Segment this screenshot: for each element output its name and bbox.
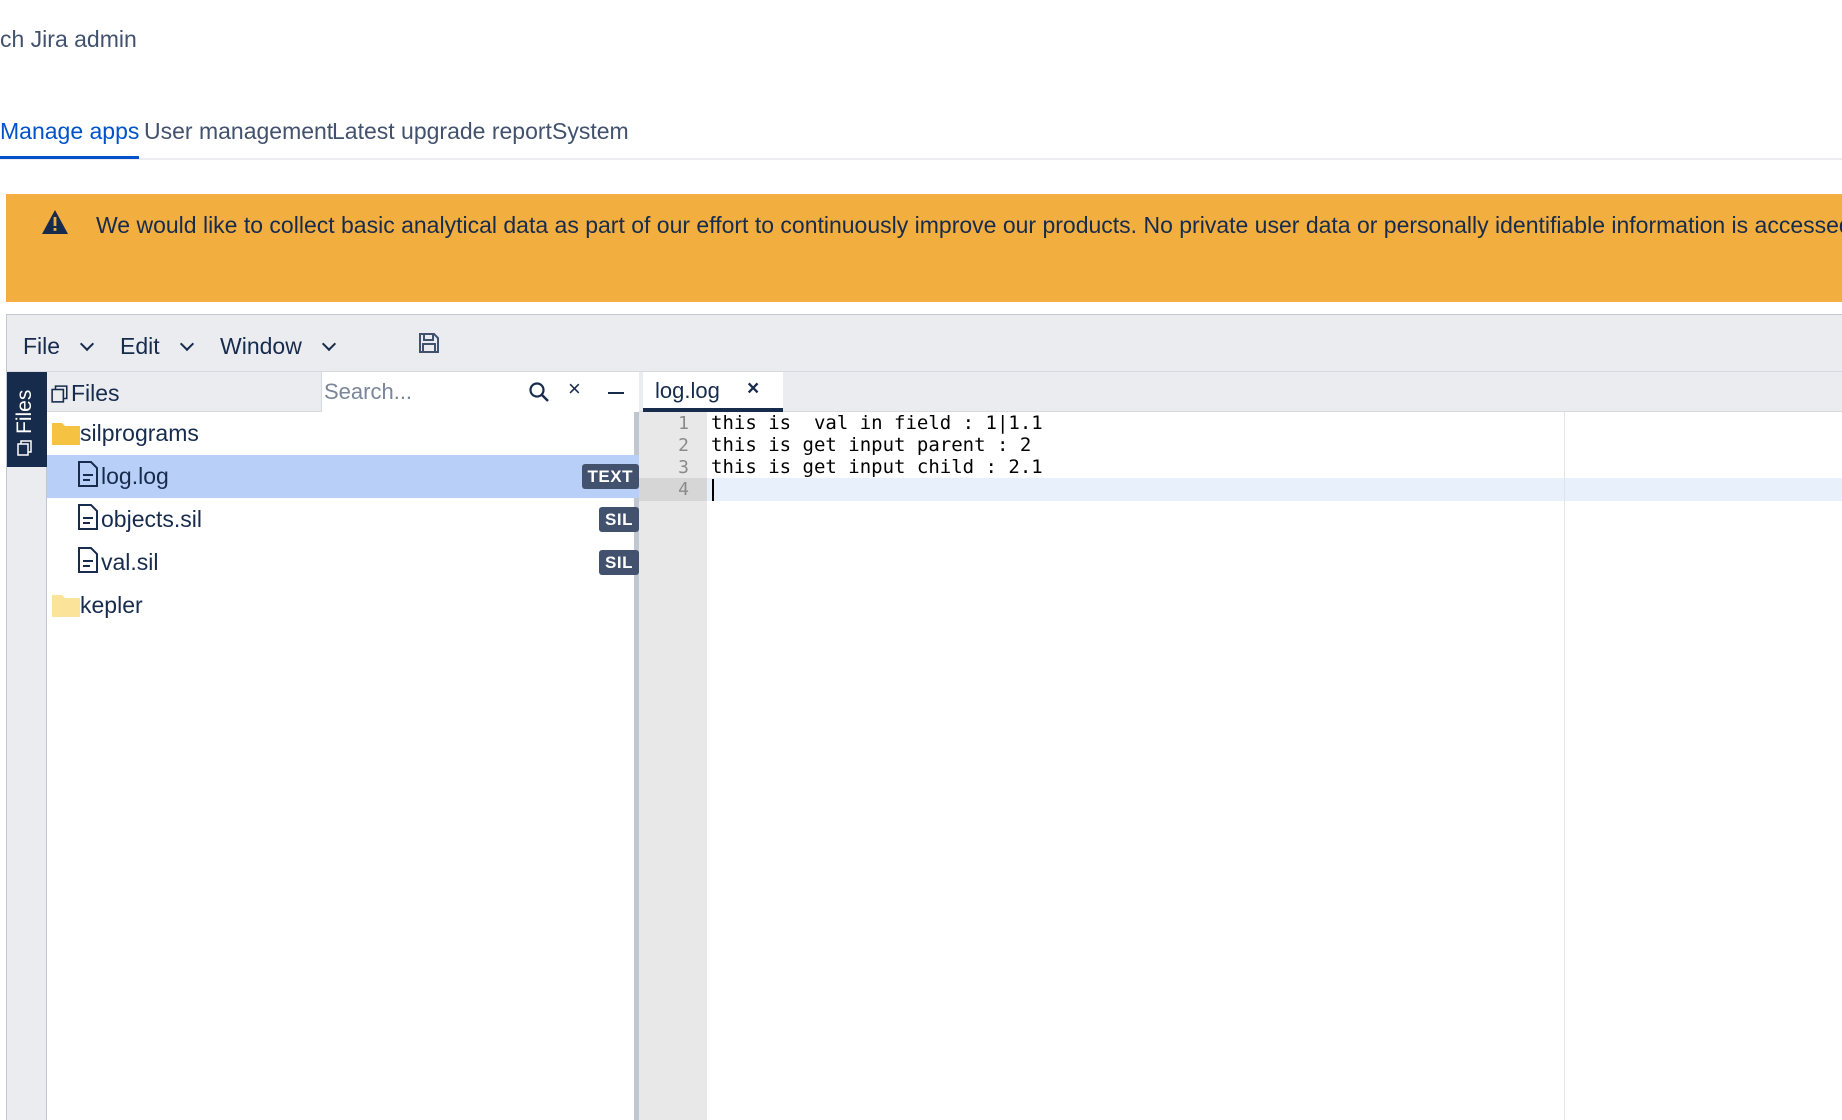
print-margin xyxy=(1564,412,1565,1120)
tree-item-label: kepler xyxy=(80,592,143,618)
sil-ide: File Edit Window Files Files Search... ×… xyxy=(6,314,1842,1120)
warning-icon xyxy=(42,210,68,234)
page-title: ch Jira admin xyxy=(0,26,137,52)
file-icon xyxy=(78,547,98,573)
files-icon xyxy=(51,384,68,403)
file-icon xyxy=(78,504,98,530)
line-number: 1 xyxy=(678,413,689,434)
banner-message: We would like to collect basic analytica… xyxy=(96,212,1842,238)
menu-window-label: Window xyxy=(220,333,302,359)
chevron-down-icon xyxy=(79,336,95,352)
files-rail-tab[interactable]: Files xyxy=(7,372,47,467)
menu-window[interactable]: Window xyxy=(220,333,336,360)
code-line: this is val in field : 1|1.1 xyxy=(711,412,1043,434)
files-rail-label: Files xyxy=(13,390,37,456)
file-icon xyxy=(78,461,98,487)
line-number-gutter: 1 2 3 4 xyxy=(639,412,707,1120)
admin-tabs: Manage apps User management Latest upgra… xyxy=(0,96,1842,160)
line-number: 4 xyxy=(678,479,689,500)
line-number: 3 xyxy=(678,457,689,478)
tree-folder-kepler[interactable]: kepler xyxy=(47,584,639,627)
analytics-banner: We would like to collect basic analytica… xyxy=(6,194,1842,302)
menu-edit[interactable]: Edit xyxy=(120,333,194,360)
code-editor: log.log × 1 2 3 4 this is val in field :… xyxy=(639,372,1842,1120)
collapse-panel-icon[interactable] xyxy=(608,392,624,394)
tree-item-label: objects.sil xyxy=(101,506,202,532)
editor-tab-log-log[interactable]: log.log × xyxy=(643,372,783,412)
code-text-area[interactable]: this is val in field : 1|1.1 this is get… xyxy=(707,412,1842,1120)
tab-manage-apps[interactable]: Manage apps xyxy=(0,118,140,159)
side-rail: Files xyxy=(7,372,47,1120)
line-number: 2 xyxy=(678,435,689,456)
editor-tab-label: log.log xyxy=(655,378,720,403)
ide-toolbar: File Edit Window xyxy=(7,315,1842,372)
menu-edit-label: Edit xyxy=(120,333,160,359)
files-panel: Files × silprograms xyxy=(47,372,639,1120)
file-type-badge: SIL xyxy=(599,507,639,532)
tree-item-label: val.sil xyxy=(101,549,159,575)
tree-item-label: log.log xyxy=(101,463,169,489)
menu-file-label: File xyxy=(23,333,61,359)
tree-file-log-log[interactable]: log.log TEXT xyxy=(47,455,639,498)
editor-tab-bar: log.log × xyxy=(639,372,1842,412)
close-icon[interactable]: × xyxy=(747,377,759,401)
files-title-text: Files xyxy=(71,380,120,406)
folder-icon xyxy=(52,423,80,445)
chevron-down-icon xyxy=(321,336,336,352)
folder-icon xyxy=(52,595,80,617)
files-icon xyxy=(17,440,32,456)
tree-folder-silprograms[interactable]: silprograms xyxy=(47,412,639,455)
code-line: this is get input child : 2.1 xyxy=(711,456,1043,478)
menu-file[interactable]: File xyxy=(23,333,95,360)
save-icon[interactable] xyxy=(418,332,440,354)
chevron-down-icon xyxy=(179,336,194,352)
code-line: this is get input parent : 2 xyxy=(711,434,1032,456)
clear-search-icon[interactable]: × xyxy=(568,376,581,402)
search-icon[interactable] xyxy=(528,381,550,403)
text-cursor xyxy=(712,479,714,501)
tree-item-label: silprograms xyxy=(80,420,199,446)
files-panel-title: Files xyxy=(51,380,120,407)
file-search: × xyxy=(321,372,639,412)
active-line-highlight xyxy=(707,478,1842,501)
active-line-gutter xyxy=(639,478,707,501)
tree-file-objects-sil[interactable]: objects.sil SIL xyxy=(47,498,639,541)
tab-user-management[interactable]: User management xyxy=(144,118,333,145)
search-input[interactable] xyxy=(322,372,512,412)
tree-file-val-sil[interactable]: val.sil SIL xyxy=(47,541,639,584)
tab-latest-upgrade-report[interactable]: Latest upgrade report xyxy=(332,118,552,145)
files-rail-text: Files xyxy=(13,389,36,434)
file-type-badge: TEXT xyxy=(581,464,639,489)
file-type-badge: SIL xyxy=(599,550,639,575)
tab-system[interactable]: System xyxy=(552,118,629,145)
files-panel-header: Files × xyxy=(47,372,639,412)
